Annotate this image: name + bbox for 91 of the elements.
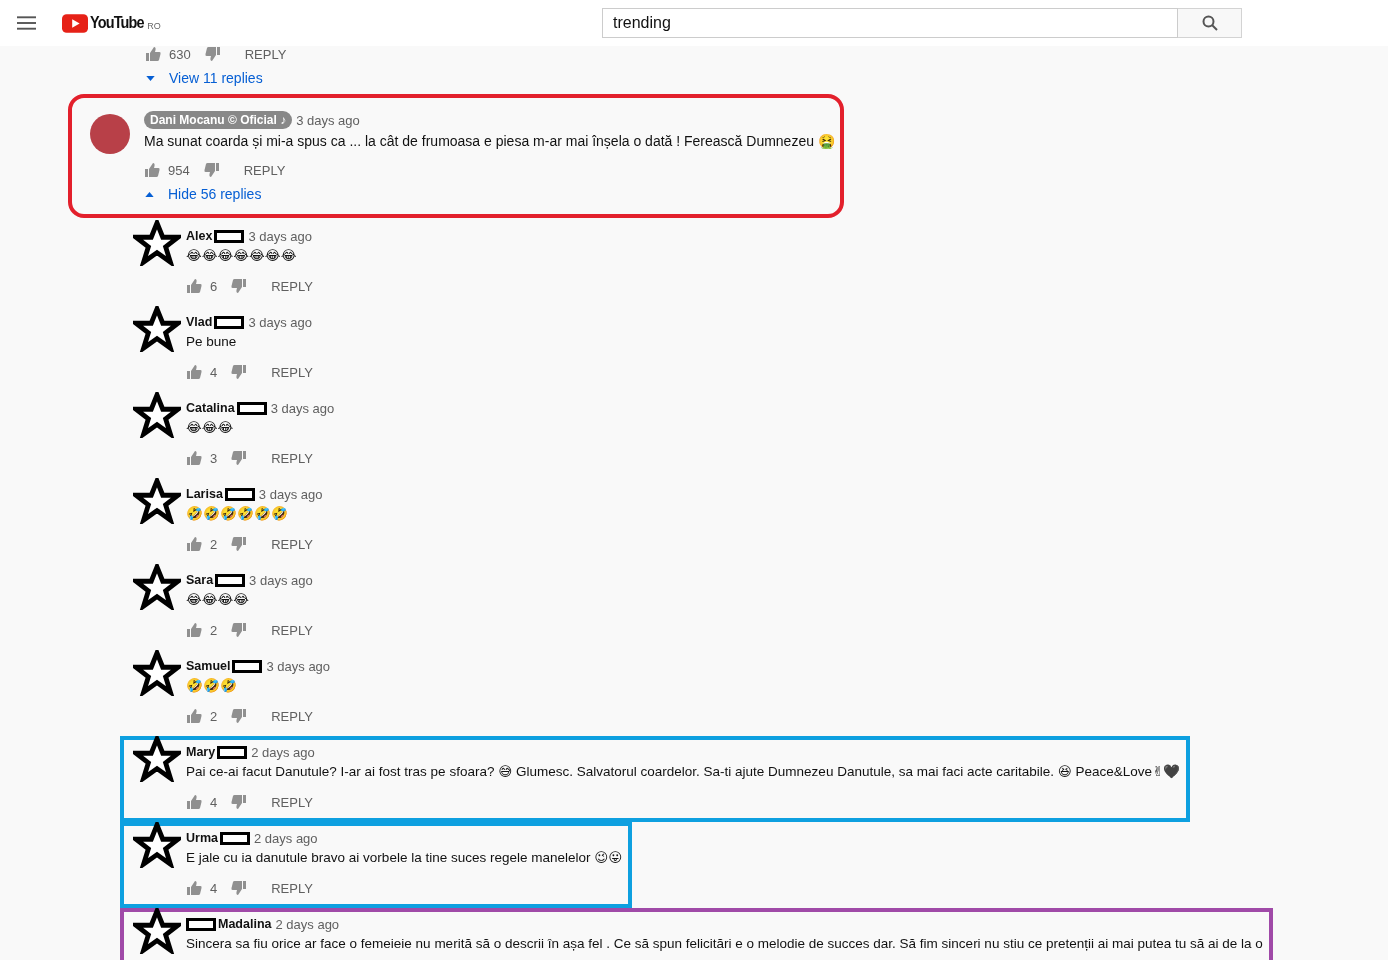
author-name[interactable]: Sara (186, 573, 214, 587)
thumbs-up-icon[interactable] (186, 536, 202, 552)
star-icon (133, 306, 181, 352)
thumbs-down-icon[interactable] (203, 162, 220, 178)
author-name[interactable]: Larisa (186, 487, 223, 501)
thumbs-up-icon[interactable] (186, 450, 202, 466)
like-count: 2 (210, 622, 218, 638)
comment-time[interactable]: 3 days ago (296, 112, 360, 128)
thumbs-up-icon[interactable] (186, 364, 202, 380)
caret-icon (146, 75, 155, 81)
search-icon (1201, 15, 1218, 31)
caret-icon (145, 191, 154, 197)
comment-time[interactable]: 2 days ago (253, 830, 318, 846)
like-count: 4 (210, 364, 218, 380)
comment-time[interactable]: 3 days ago (248, 228, 312, 244)
thumbs-up-icon[interactable] (186, 794, 202, 810)
comment-text: Ma sunat coarda și mi-a spus ca ... la cât de frumoasa e piesa m-ar mai înșela o dată ! Ferească Dumnezeu 🤮 (144, 132, 835, 151)
star-icon (133, 650, 181, 696)
star-icon (133, 220, 181, 266)
comment-time[interactable]: 2 days ago (275, 916, 340, 932)
search-button[interactable] (1178, 8, 1242, 38)
like-count: 4 (210, 794, 218, 810)
comment-time[interactable]: 3 days ago (266, 658, 331, 674)
author-name[interactable]: Alex (186, 229, 213, 243)
thumbs-down-icon[interactable] (231, 536, 248, 552)
play-logo-icon[interactable] (62, 13, 88, 33)
comment-text: Sincera sa fiu orice ar face o femeieie nu merită să o descrii în așa fel . Ce să spun felicitări e o melodie de succes dar. Să fim sinceri nu stiu ce pretenții ai mai putea tu să ai de la o (186, 935, 1263, 953)
reply-button[interactable]: REPLY (271, 704, 313, 728)
reply-button[interactable]: REPLY (271, 532, 313, 556)
author-name[interactable]: Urma (186, 831, 218, 845)
author-name[interactable]: Mary (186, 745, 216, 759)
thumbs-up-icon[interactable] (144, 162, 160, 178)
comment-text: 😂😂😂😂 (186, 591, 251, 609)
comment-time[interactable]: 3 days ago (249, 572, 313, 588)
like-count: 2 (210, 708, 218, 724)
thumbs-up-icon[interactable] (186, 278, 202, 294)
like-count: 630 (169, 46, 191, 62)
star-icon (133, 564, 181, 610)
comment-text: Pe bune (186, 333, 238, 351)
comment-time[interactable]: 3 days ago (258, 486, 323, 502)
reply-button[interactable]: REPLY (271, 274, 313, 298)
thumbs-up-icon[interactable] (186, 622, 202, 638)
reply-button[interactable]: REPLY (271, 618, 313, 642)
menu-icon[interactable] (17, 16, 36, 30)
author-name[interactable]: Catalina (186, 401, 235, 415)
like-count: 4 (210, 880, 218, 896)
author-name[interactable]: Samuel (186, 659, 231, 673)
star-icon (133, 392, 181, 438)
comment-text: 🤣🤣🤣 (186, 677, 238, 695)
reply-button[interactable]: REPLY (271, 446, 313, 470)
comment-time[interactable]: 3 days ago (270, 400, 335, 416)
thumbs-down-icon[interactable] (231, 450, 248, 466)
author-name[interactable]: Dani Mocanu © Oficial ♪ (144, 111, 293, 129)
like-count: 3 (210, 450, 218, 466)
like-count: 954 (168, 162, 190, 178)
thumbs-down-icon[interactable] (204, 46, 221, 62)
star-icon (133, 736, 181, 782)
thumbs-down-icon[interactable] (231, 708, 248, 724)
thumbs-up-icon[interactable] (145, 46, 161, 62)
logo-text[interactable]: YouTube (90, 13, 144, 33)
star-icon (133, 908, 181, 954)
search-field[interactable]: trending (602, 8, 1178, 38)
view-replies-link[interactable]: View 11 replies (145, 68, 263, 88)
reply-button[interactable]: REPLY (271, 360, 313, 384)
comment-text: 🤣🤣🤣🤣🤣🤣 (186, 505, 289, 523)
like-count: 6 (210, 278, 218, 294)
thumbs-down-icon[interactable] (231, 278, 248, 294)
author-name[interactable]: Madalina (218, 917, 272, 931)
avatar-photo-placeholder[interactable] (90, 114, 130, 154)
region-label: RO (147, 21, 161, 31)
thumbs-down-icon[interactable] (231, 622, 248, 638)
thumbs-up-icon[interactable] (186, 708, 202, 724)
star-icon (133, 478, 181, 524)
thumbs-down-icon[interactable] (231, 794, 248, 810)
like-count: 2 (210, 536, 218, 552)
hide-replies-link[interactable]: Hide 56 replies (144, 184, 262, 204)
comment-text: E jale cu ia danutule bravo ai vorbele la tine suces regele manelelor 😉😛 (186, 849, 623, 867)
reply-button[interactable]: REPLY (271, 876, 313, 900)
comment-time[interactable]: 3 days ago (248, 314, 312, 330)
reply-button[interactable]: REPLY (243, 158, 286, 182)
comment-text: 😂😂😂😂😂😂😂 (186, 247, 298, 265)
star-icon (133, 822, 181, 868)
comment-text: 😂😂😂 (186, 419, 235, 437)
author-name[interactable]: Vlad (186, 315, 213, 329)
thumbs-down-icon[interactable] (231, 880, 248, 896)
thumbs-up-icon[interactable] (186, 880, 202, 896)
reply-button[interactable]: REPLY (271, 790, 313, 814)
reply-button[interactable]: REPLY (244, 42, 287, 66)
comment-text: Pai ce-ai facut Danutule? I-ar ai fost tras pe sfoara? 😅 Glumesc. Salvatorul coardelor. Sa-ti ajute Dumnezeu Danutule, sa mai faci acte caritabile. 😆 Peace&Love✌🖤 (186, 763, 1181, 781)
comment-time[interactable]: 2 days ago (251, 744, 315, 760)
thumbs-down-icon[interactable] (231, 364, 248, 380)
